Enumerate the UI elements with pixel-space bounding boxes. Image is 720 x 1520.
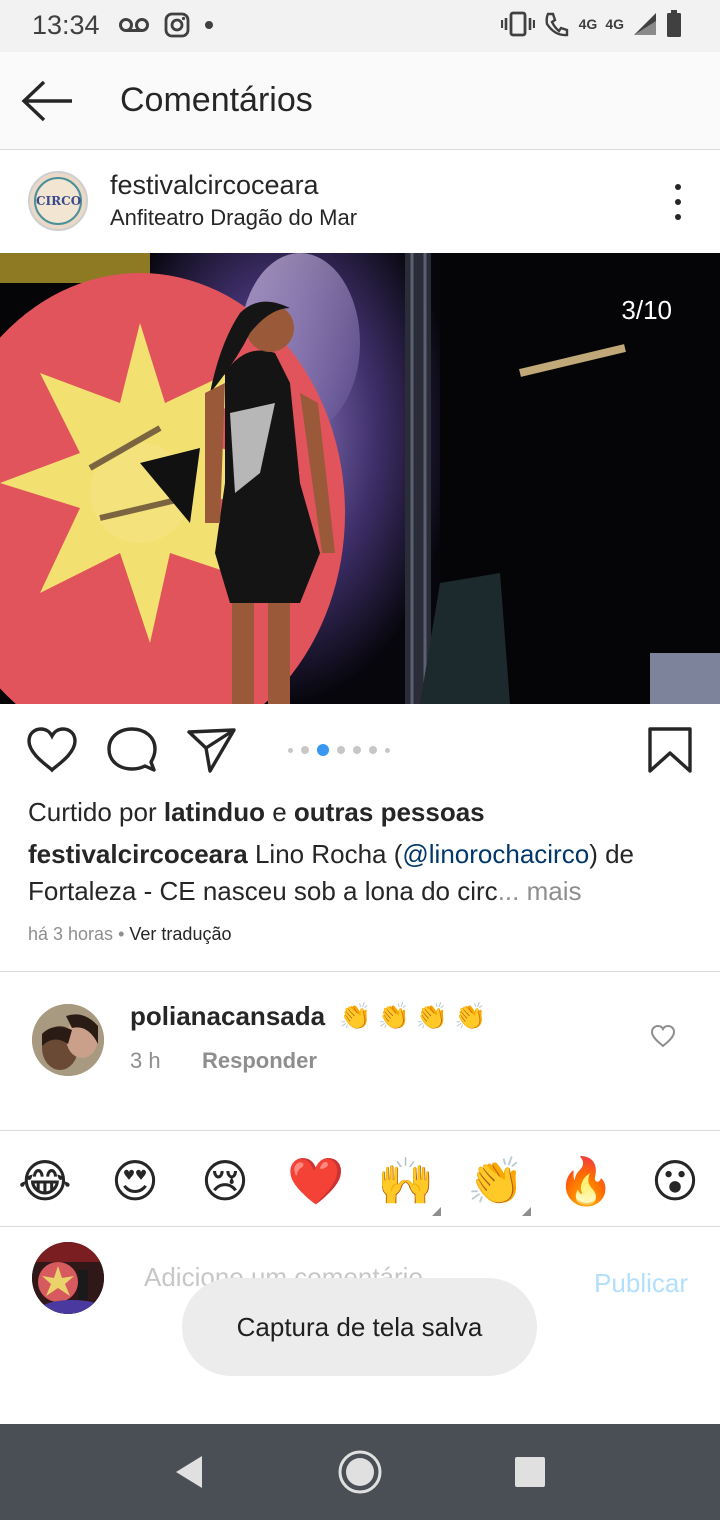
- nav-recents-button[interactable]: [506, 1448, 554, 1496]
- square-recents-icon: [515, 1457, 545, 1487]
- emoji-fire[interactable]: 🔥: [557, 1153, 614, 1209]
- carousel-dot: [385, 747, 390, 753]
- emoji-clapping-hands[interactable]: 👏: [467, 1153, 524, 1209]
- clapping-hands-emoji: 👏: [454, 1001, 487, 1031]
- clapping-hands-emoji: 👏: [339, 1001, 372, 1031]
- post-avatar[interactable]: CIRCO: [28, 171, 88, 231]
- heart-icon: [27, 727, 77, 773]
- likes-prefix: Curtido por: [28, 797, 157, 827]
- reply-button[interactable]: Responder: [202, 1048, 317, 1074]
- carousel-dot: [369, 746, 377, 754]
- emoji-surprised[interactable]: 😮: [647, 1153, 703, 1209]
- status-time: 13:34: [32, 10, 100, 40]
- post-header: CIRCO festivalcircoceara Anfiteatro Drag…: [0, 150, 720, 253]
- post-meta: há 3 horas • Ver tradução: [28, 924, 231, 945]
- clapping-hands-emoji: 👏: [377, 1001, 410, 1031]
- comment-avatar[interactable]: [32, 1004, 104, 1076]
- likes-summary[interactable]: Curtido por latinduo e outras pessoas: [28, 797, 485, 828]
- wifi-call-icon: [545, 12, 568, 37]
- page-title: Comentários: [120, 81, 313, 119]
- clapping-hands-emoji: 👏: [415, 1001, 449, 1031]
- back-button[interactable]: [20, 78, 76, 124]
- likes-user[interactable]: latinduo: [164, 797, 265, 827]
- carousel-dot: [288, 747, 293, 753]
- comment-avatar-photo: [32, 1004, 104, 1076]
- instagram-icon: [164, 12, 190, 38]
- screenshot-toast: Captura de tela salva: [182, 1278, 537, 1376]
- like-button[interactable]: [26, 726, 78, 774]
- post-username[interactable]: festivalcircoceara: [110, 170, 319, 201]
- post-action-bar: [0, 704, 720, 794]
- bookmark-icon: [648, 727, 692, 773]
- carousel-dot: [337, 746, 345, 754]
- more-options-button[interactable]: [666, 184, 690, 220]
- emoji-variants-indicator: [432, 1207, 441, 1216]
- network-label-1: 4G: [578, 16, 598, 32]
- comment-username[interactable]: polianacansada: [130, 1001, 325, 1032]
- carousel-dot-active: [317, 744, 329, 756]
- post-time: há 3 horas: [28, 924, 114, 944]
- emoji-variants-indicator: [522, 1207, 531, 1216]
- triangle-back-icon: [176, 1456, 202, 1488]
- post-caption: festivalcircoceara Lino Rocha (@linoroch…: [28, 836, 692, 910]
- vibrate-icon: [500, 11, 535, 37]
- meta-separator: •: [118, 924, 125, 944]
- caption-text-before: Lino Rocha (: [254, 839, 403, 869]
- likes-joiner: e: [272, 797, 287, 827]
- comment-button[interactable]: [106, 726, 158, 774]
- network-label-2: 4G: [605, 16, 624, 32]
- carousel-dot: [301, 746, 309, 754]
- more-options-dot: [675, 199, 681, 205]
- nav-back-button[interactable]: [168, 1448, 216, 1496]
- system-nav-bar: [0, 1424, 720, 1520]
- app-header: Comentários: [0, 52, 720, 150]
- caption-mention[interactable]: @linorochacirco: [402, 839, 589, 869]
- likes-others[interactable]: outras pessoas: [294, 797, 485, 827]
- post-image[interactable]: 3/10: [0, 253, 720, 704]
- comment-bubble-icon: [107, 727, 157, 772]
- more-options-dot: [675, 214, 681, 220]
- comment-item: polianacansada 👏 👏 👏 👏 3 h Responder: [0, 972, 720, 1130]
- battery-icon: [667, 10, 681, 37]
- notification-dot-icon: [205, 21, 213, 29]
- post-photo: [0, 253, 720, 704]
- save-button[interactable]: [644, 726, 696, 774]
- emoji-crying[interactable]: 😢: [197, 1153, 253, 1209]
- status-left-icons: [118, 12, 214, 38]
- nav-home-button[interactable]: [336, 1448, 384, 1496]
- emoji-raising-hands[interactable]: 🙌: [377, 1153, 434, 1209]
- caption-more-link[interactable]: mais: [527, 876, 582, 906]
- emoji-red-heart[interactable]: ❤️: [287, 1153, 344, 1209]
- voicemail-icon: [119, 18, 149, 32]
- status-right-icons: 4G 4G: [500, 10, 682, 38]
- festival-logo-text: CIRCO: [36, 194, 82, 208]
- publish-button[interactable]: Publicar: [594, 1268, 688, 1299]
- status-bar: 13:34 4G 4G: [0, 0, 720, 52]
- emoji-quick-bar: 😂 😍 😢 ❤️ 🙌 👏 🔥 😮: [0, 1131, 720, 1227]
- emoji-heart-eyes[interactable]: 😍: [107, 1153, 163, 1209]
- emoji-tears-of-joy[interactable]: 😂: [17, 1153, 73, 1209]
- paper-plane-icon: [187, 728, 236, 773]
- heart-outline-icon: [650, 1024, 676, 1048]
- comment-text: polianacansada 👏 👏 👏 👏: [130, 1001, 487, 1032]
- share-button[interactable]: [186, 726, 238, 774]
- caption-ellipsis: ...: [497, 876, 520, 906]
- signal-icon: [634, 13, 656, 35]
- carousel-dot: [353, 746, 361, 754]
- festival-logo: CIRCO: [34, 177, 82, 225]
- more-options-dot: [675, 184, 681, 190]
- own-avatar: [32, 1242, 104, 1314]
- translate-link[interactable]: Ver tradução: [129, 924, 231, 944]
- carousel-indicator: [288, 744, 390, 756]
- arrow-left-icon: [21, 80, 72, 122]
- post-location[interactable]: Anfiteatro Dragão do Mar: [110, 205, 357, 231]
- caption-author[interactable]: festivalcircoceara: [28, 839, 248, 869]
- own-avatar-photo: [32, 1242, 104, 1314]
- circle-home-icon: [338, 1450, 382, 1494]
- comment-time: 3 h: [130, 1048, 161, 1073]
- comment-like-button[interactable]: [650, 1024, 676, 1048]
- image-counter: 3/10: [621, 295, 672, 325]
